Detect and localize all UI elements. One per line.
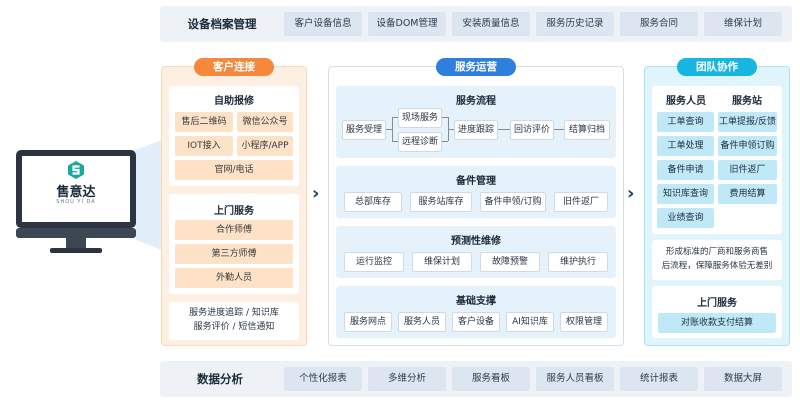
analytics-item[interactable]: 服务人员看板 [536, 367, 614, 391]
channel-tag[interactable]: 微信公众号 [237, 112, 293, 132]
flow-connector [392, 141, 398, 142]
predictive-title: 预测性维修 [451, 236, 501, 247]
support-tag[interactable]: 服务人员 [398, 312, 446, 332]
process-title: 服务流程 [456, 96, 496, 107]
archive-item[interactable]: 服务历史记录 [536, 12, 614, 36]
staff-tag[interactable]: 业绩查询 [657, 208, 714, 228]
self-service-title: 自助报修 [214, 96, 254, 107]
self-service-box: 自助报修 售后二维码 微信公众号 IOT接入 小程序/APP 官网/电话 [169, 86, 299, 186]
process-step[interactable]: 结算归档 [564, 120, 610, 140]
monitor-beam [136, 140, 162, 250]
process-step[interactable]: 服务受理 [342, 120, 386, 140]
onsite-tag[interactable]: 合作师傅 [175, 220, 293, 240]
support-tag[interactable]: 客户设备 [452, 312, 500, 332]
analytics-title: 数据分析 [197, 372, 243, 386]
chevron-right-icon: › [312, 183, 320, 204]
analytics-bar: 数据分析 个性化报表 多维分析 服务看板 服务人员看板 统计报表 数据大屏 [160, 361, 792, 397]
staff-title: 服务人员 [666, 96, 706, 107]
onsite-tag[interactable]: 第三方师傅 [175, 244, 293, 264]
staff-tag[interactable]: 备件申请 [657, 160, 714, 180]
spare-box: 备件管理 总部库存 服务站库存 备件申领/订购 旧件返厂 [336, 166, 616, 218]
staff-tag[interactable]: 工单查询 [657, 112, 714, 132]
support-box: 基础支撑 服务网点 服务人员 客户设备 AI知识库 权限管理 [336, 286, 616, 338]
predictive-tag[interactable]: 故障预警 [480, 252, 540, 272]
process-step[interactable]: 回访评价 [510, 120, 554, 140]
process-step[interactable]: 远程诊断 [398, 132, 442, 152]
station-tag[interactable]: 工单提报/反馈 [718, 112, 777, 132]
team-note-line: 后流程，保障服务体验无差别 [661, 261, 773, 271]
brand-name: 售意达 [56, 185, 96, 200]
archive-title: 设备档案管理 [187, 17, 257, 31]
team-onsite-title: 上门服务 [697, 298, 737, 309]
predictive-tag[interactable]: 运行监控 [344, 252, 404, 272]
chevron-right-icon: › [627, 183, 635, 204]
team-onsite-tag[interactable]: 对账收款支付结算 [658, 313, 776, 333]
brand-logo-icon [66, 160, 86, 180]
customer-footer-box: 服务进度追踪 / 知识库 服务评价 / 短信通知 [169, 302, 299, 340]
station-tag[interactable]: 备件申领订购 [718, 136, 777, 156]
channel-tag[interactable]: IOT接入 [175, 136, 233, 156]
onsite-tag[interactable]: 外勤人员 [175, 268, 293, 288]
team-note-box: 形成标准的厂商和服务商售 后流程，保障服务体验无差别 [652, 240, 782, 280]
team-onsite-box: 上门服务 对账收款支付结算 [652, 286, 782, 338]
flow-connector [392, 117, 393, 141]
support-title: 基础支撑 [456, 296, 496, 307]
customer-footer-line: 服务评价 / 短信通知 [193, 322, 275, 332]
spare-tag[interactable]: 备件申领/订购 [480, 192, 546, 212]
analytics-item[interactable]: 统计报表 [620, 367, 698, 391]
flow-connector [442, 141, 448, 142]
channel-tag[interactable]: 官网/电话 [175, 160, 293, 180]
archive-item[interactable]: 服务合同 [620, 12, 698, 36]
analytics-item[interactable]: 个性化报表 [284, 367, 362, 391]
channel-tag[interactable]: 小程序/APP [237, 136, 293, 156]
analytics-item[interactable]: 多维分析 [368, 367, 446, 391]
team-note-line: 形成标准的厂商和服务商售 [665, 247, 768, 257]
station-title: 服务站 [732, 96, 762, 107]
archive-item[interactable]: 客户设备信息 [284, 12, 362, 36]
support-tag[interactable]: AI知识库 [506, 312, 554, 332]
onsite-box: 上门服务 合作师傅 第三方师傅 外勤人员 [169, 194, 299, 294]
operations-title: 服务运营 [436, 58, 516, 76]
brand-subtitle: SHOU YI DA [56, 199, 96, 205]
station-tag[interactable]: 旧件返厂 [718, 160, 777, 180]
support-tag[interactable]: 服务网点 [344, 312, 392, 332]
spare-tag[interactable]: 旧件返厂 [554, 192, 608, 212]
analytics-item[interactable]: 服务看板 [452, 367, 530, 391]
channel-tag[interactable]: 售后二维码 [175, 112, 233, 132]
customer-footer-line: 服务进度追踪 / 知识库 [189, 308, 279, 318]
flow-connector [448, 129, 454, 130]
archive-bar: 设备档案管理 客户设备信息 设备DOM管理 安装质量信息 服务历史记录 服务合同… [160, 6, 792, 42]
flow-connector [498, 129, 510, 130]
staff-tag[interactable]: 知识库查询 [657, 184, 714, 204]
team-title: 团队协作 [677, 58, 757, 76]
spare-title: 备件管理 [456, 176, 496, 187]
predictive-tag[interactable]: 维护执行 [548, 252, 608, 272]
archive-item[interactable]: 安装质量信息 [452, 12, 530, 36]
staff-tag[interactable]: 工单处理 [657, 136, 714, 156]
predictive-box: 预测性维修 运行监控 维保计划 故障预警 维护执行 [336, 226, 616, 278]
spare-tag[interactable]: 总部库存 [344, 192, 402, 212]
analytics-item[interactable]: 数据大屏 [704, 367, 782, 391]
flow-connector [554, 129, 564, 130]
flow-connector [392, 117, 398, 118]
support-tag[interactable]: 权限管理 [560, 312, 608, 332]
spare-tag[interactable]: 服务站库存 [410, 192, 472, 212]
process-step[interactable]: 现场服务 [398, 108, 442, 128]
archive-item[interactable]: 维保计划 [704, 12, 782, 36]
process-step[interactable]: 进度跟踪 [454, 120, 498, 140]
onsite-title: 上门服务 [214, 206, 254, 217]
archive-item[interactable]: 设备DOM管理 [368, 12, 446, 36]
customer-title: 客户连接 [194, 58, 274, 76]
predictive-tag[interactable]: 维保计划 [412, 252, 472, 272]
station-tag[interactable]: 费用结算 [718, 184, 777, 204]
